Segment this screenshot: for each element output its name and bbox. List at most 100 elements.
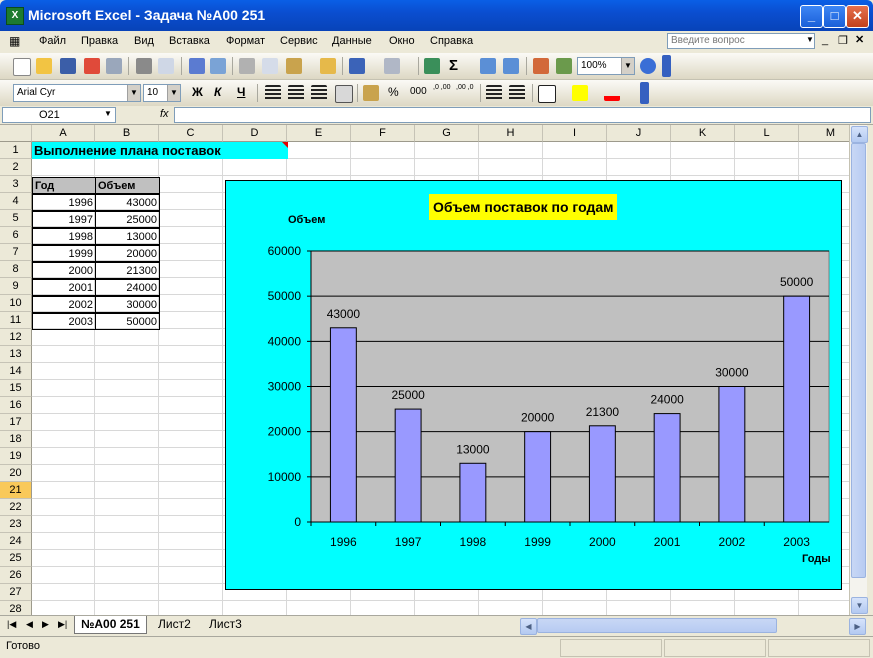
row-header-25[interactable]: 25 — [0, 550, 32, 567]
doc-close-icon[interactable]: ✕ — [855, 33, 864, 46]
cut-icon[interactable] — [239, 58, 255, 74]
toolbar-options-icon[interactable] — [640, 82, 649, 104]
table-cell-volume[interactable]: 21300 — [95, 262, 160, 279]
cell-a1-title[interactable]: Выполнение плана поставок — [32, 142, 288, 159]
column-header-j[interactable]: J — [607, 125, 671, 142]
table-cell-year[interactable]: 2002 — [32, 296, 96, 313]
column-header-d[interactable]: D — [223, 125, 287, 142]
menu-window[interactable]: Окно — [389, 35, 415, 47]
table-cell-volume[interactable]: 20000 — [95, 245, 160, 262]
column-header-e[interactable]: E — [287, 125, 351, 142]
bar[interactable] — [459, 462, 487, 523]
ask-dropdown-icon[interactable]: ▼ — [806, 35, 814, 44]
toolbar-options-icon[interactable] — [662, 55, 671, 77]
sheet-tab-3[interactable]: Лист3 — [203, 616, 248, 633]
menu-view[interactable]: Вид — [134, 35, 154, 47]
fill-color-icon[interactable] — [572, 85, 588, 101]
row-header-7[interactable]: 7 — [0, 244, 32, 261]
prev-sheet-icon[interactable]: ◀ — [26, 619, 33, 630]
ask-question-input[interactable]: Введите вопрос — [667, 33, 815, 49]
decrease-decimal-button[interactable]: ,00 ,0 — [456, 84, 476, 92]
row-header-10[interactable]: 10 — [0, 295, 32, 312]
column-header-b[interactable]: B — [95, 125, 159, 142]
hyperlink-icon[interactable] — [424, 58, 440, 74]
chart-title[interactable]: Объем поставок по годам — [429, 194, 618, 220]
row-header-9[interactable]: 9 — [0, 278, 32, 295]
row-header-5[interactable]: 5 — [0, 210, 32, 227]
spelling-icon[interactable] — [189, 58, 205, 74]
row-header-13[interactable]: 13 — [0, 346, 32, 363]
bar[interactable] — [524, 431, 552, 523]
table-cell-volume[interactable]: 25000 — [95, 211, 160, 228]
sheet-tab-1[interactable]: №А00 251 — [74, 616, 147, 634]
align-right-icon[interactable] — [311, 85, 327, 101]
first-sheet-icon[interactable]: |◀ — [7, 619, 16, 630]
row-header-16[interactable]: 16 — [0, 397, 32, 414]
sheet-tab-2[interactable]: Лист2 — [152, 616, 197, 633]
chevron-down-icon[interactable]: ▼ — [127, 85, 140, 101]
doc-restore-icon[interactable]: ❐ — [838, 34, 848, 47]
research-icon[interactable] — [210, 58, 226, 74]
row-header-1[interactable]: 1 — [0, 142, 32, 159]
column-header-l[interactable]: L — [735, 125, 799, 142]
minimize-button[interactable]: _ — [800, 5, 823, 28]
comma-style-button[interactable]: 000 — [410, 86, 427, 97]
table-header-year[interactable]: Год — [32, 177, 96, 194]
email-icon[interactable] — [106, 58, 122, 74]
row-header-6[interactable]: 6 — [0, 227, 32, 244]
row-header-15[interactable]: 15 — [0, 380, 32, 397]
name-box-dropdown-icon[interactable]: ▼ — [104, 109, 112, 118]
menu-edit[interactable]: Правка — [81, 35, 118, 47]
bar[interactable] — [588, 425, 616, 523]
formula-input[interactable] — [174, 107, 871, 123]
table-cell-volume[interactable]: 30000 — [95, 296, 160, 313]
scroll-up-icon[interactable]: ▲ — [851, 126, 868, 143]
table-cell-year[interactable]: 1998 — [32, 228, 96, 245]
font-size-select[interactable]: 10 ▼ — [143, 84, 181, 102]
copy-icon[interactable] — [262, 58, 278, 74]
chart-area[interactable]: 0 10000 20000 30000 40000 50000 60000 43000 1996… — [225, 180, 842, 590]
print-icon[interactable] — [136, 58, 152, 74]
row-header-14[interactable]: 14 — [0, 363, 32, 380]
menu-help[interactable]: Справка — [430, 35, 473, 47]
chevron-down-icon[interactable]: ▼ — [167, 85, 180, 101]
workbook-icon[interactable]: ▦ — [9, 34, 20, 48]
table-cell-year[interactable]: 1997 — [32, 211, 96, 228]
increase-decimal-button[interactable]: ,0 ,00 — [433, 84, 453, 92]
row-header-4[interactable]: 4 — [0, 193, 32, 210]
insert-function-icon[interactable]: fx — [160, 108, 169, 120]
bar[interactable] — [653, 413, 681, 523]
print-preview-icon[interactable] — [158, 58, 174, 74]
column-header-f[interactable]: F — [351, 125, 415, 142]
autosum-icon[interactable]: Σ — [449, 57, 458, 74]
align-left-icon[interactable] — [265, 85, 281, 101]
select-all-corner[interactable] — [0, 125, 32, 142]
borders-icon[interactable] — [538, 85, 556, 103]
scroll-right-icon[interactable]: ▶ — [849, 618, 866, 635]
sort-descending-icon[interactable] — [503, 58, 519, 74]
paste-icon[interactable] — [286, 58, 302, 74]
format-painter-icon[interactable] — [320, 58, 336, 74]
merge-center-icon[interactable] — [335, 85, 353, 103]
column-header-g[interactable]: G — [415, 125, 479, 142]
vertical-scroll-thumb[interactable] — [851, 143, 866, 578]
save-icon[interactable] — [60, 58, 76, 74]
next-sheet-icon[interactable]: ▶ — [42, 619, 49, 630]
scroll-down-icon[interactable]: ▼ — [851, 597, 868, 614]
bar[interactable] — [394, 408, 422, 523]
column-header-k[interactable]: K — [671, 125, 735, 142]
table-cell-volume[interactable]: 50000 — [95, 313, 160, 330]
open-icon[interactable] — [36, 58, 52, 74]
table-cell-volume[interactable]: 43000 — [95, 194, 160, 211]
menu-format[interactable]: Формат — [226, 35, 265, 47]
table-cell-volume[interactable]: 24000 — [95, 279, 160, 296]
row-header-3[interactable]: 3 — [0, 176, 32, 193]
row-header-20[interactable]: 20 — [0, 465, 32, 482]
chevron-down-icon[interactable]: ▼ — [621, 58, 634, 74]
menu-tools[interactable]: Сервис — [280, 35, 318, 47]
horizontal-scroll-thumb[interactable] — [537, 618, 777, 633]
table-cell-year[interactable]: 2003 — [32, 313, 96, 330]
bar[interactable] — [783, 295, 811, 523]
drawing-icon[interactable] — [556, 58, 572, 74]
column-header-m[interactable]: M — [799, 125, 849, 142]
